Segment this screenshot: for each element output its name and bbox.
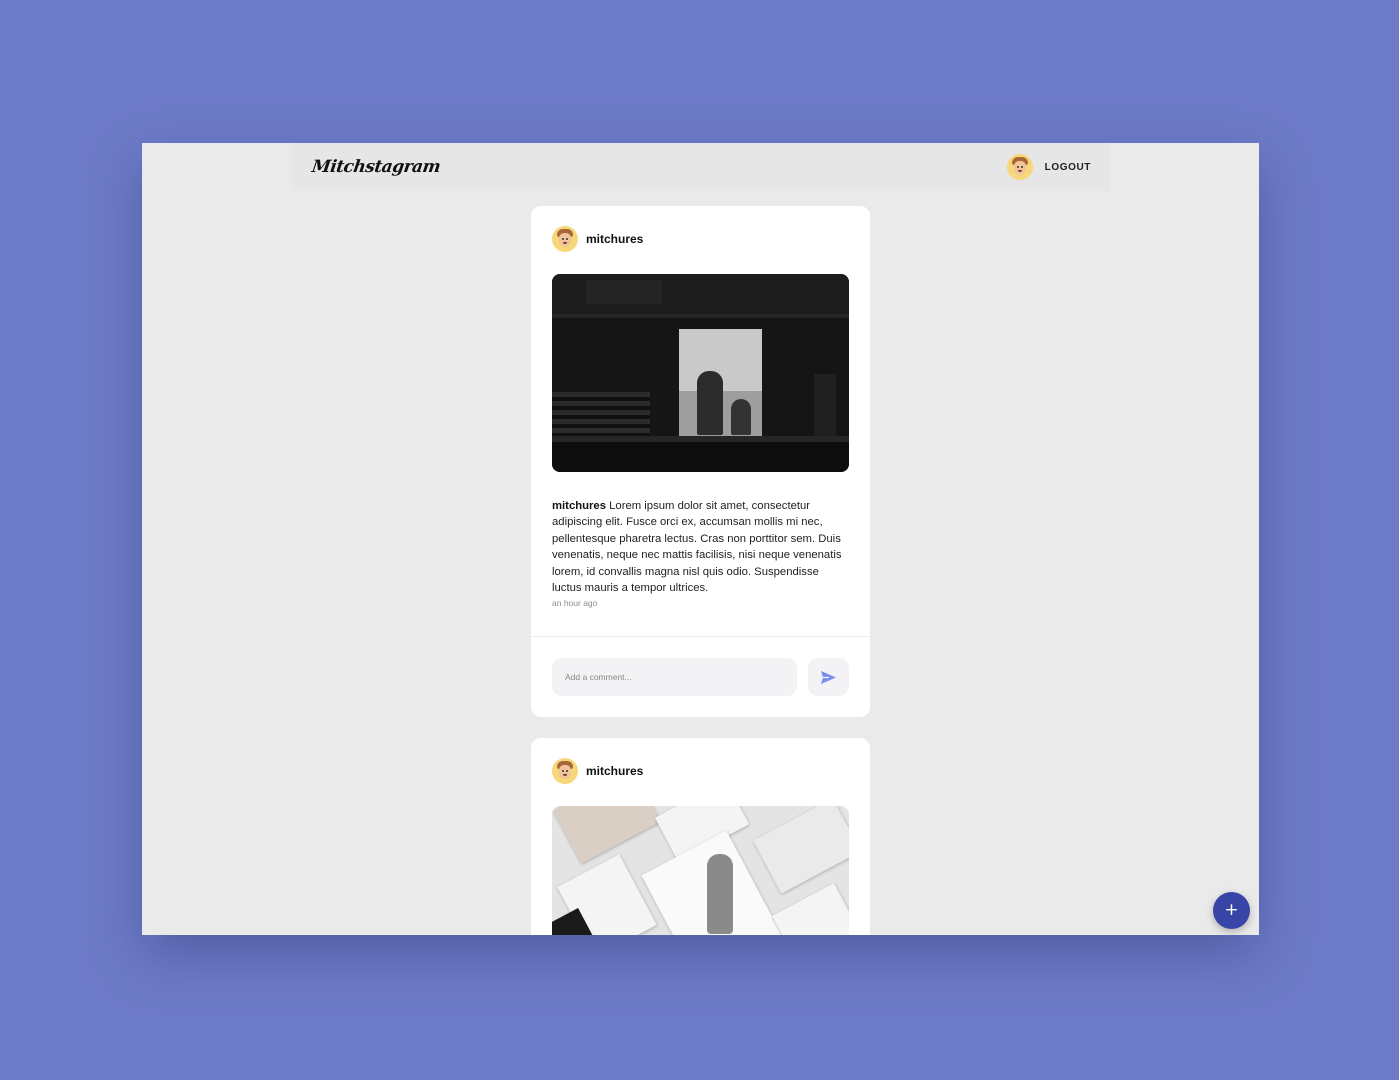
send-comment-button[interactable] xyxy=(808,658,849,696)
divider xyxy=(531,636,870,637)
navbar: Mitchstagram LOGOUT xyxy=(292,143,1109,191)
comment-form xyxy=(552,658,849,696)
post-username[interactable]: mitchures xyxy=(586,232,643,246)
caption-text: Lorem ipsum dolor sit amet, consectetur … xyxy=(552,500,842,595)
caption-username[interactable]: mitchures xyxy=(552,500,606,512)
logout-button[interactable]: LOGOUT xyxy=(1045,162,1091,173)
send-icon xyxy=(821,670,836,684)
post-card: mitchures mitchures Lorem ipsum dolor si… xyxy=(531,206,870,717)
post-card: mitchures xyxy=(531,738,870,935)
post-author-avatar-icon[interactable] xyxy=(552,758,578,784)
post-username[interactable]: mitchures xyxy=(586,764,643,778)
create-post-button[interactable]: + xyxy=(1213,892,1250,929)
post-header: mitchures xyxy=(531,738,870,784)
nav-right: LOGOUT xyxy=(1006,154,1091,180)
post-image xyxy=(552,806,849,935)
post-header: mitchures xyxy=(531,206,870,252)
app-logo[interactable]: Mitchstagram xyxy=(311,157,442,177)
post-caption: mitchures Lorem ipsum dolor sit amet, co… xyxy=(531,472,870,596)
comment-input[interactable] xyxy=(552,658,797,696)
post-image xyxy=(552,274,849,472)
post-timestamp: an hour ago xyxy=(552,598,598,609)
post-author-avatar-icon[interactable] xyxy=(552,226,578,252)
app-window: Mitchstagram LOGOUT mitchures mitchures … xyxy=(142,143,1259,935)
user-avatar-icon[interactable] xyxy=(1006,154,1033,180)
